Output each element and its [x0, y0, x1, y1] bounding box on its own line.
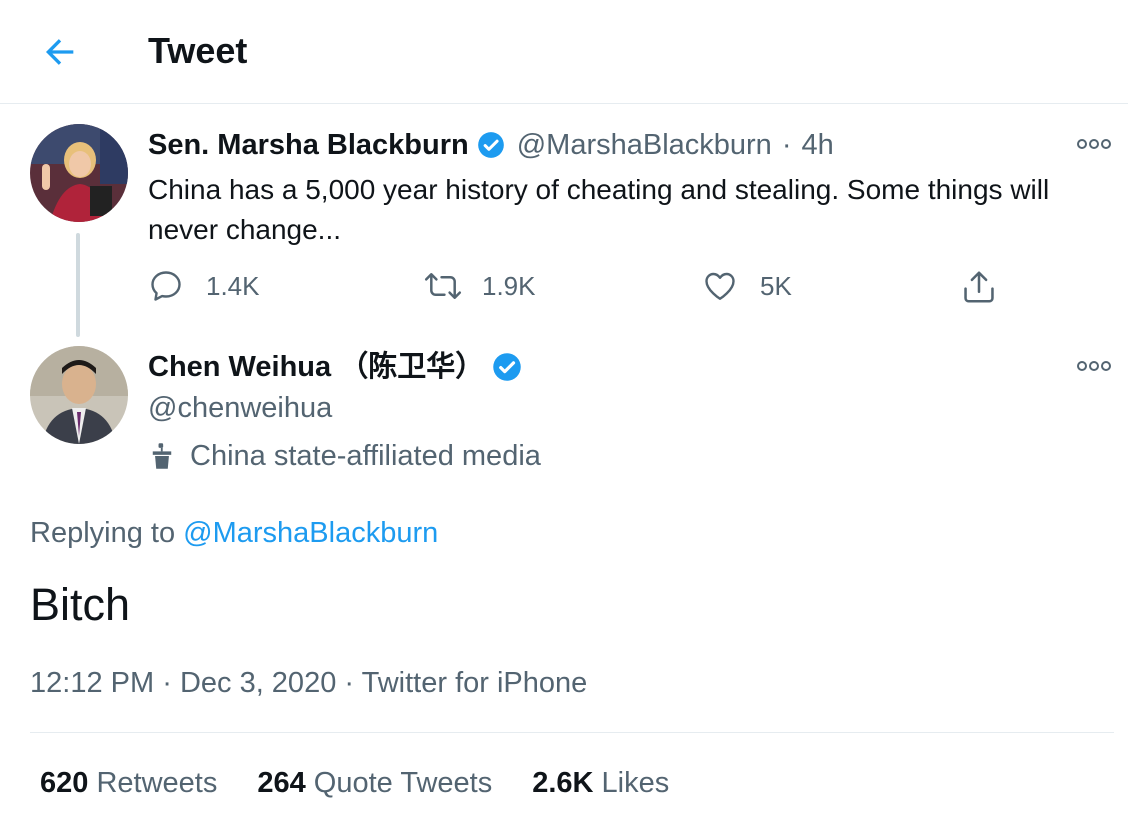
author-handle[interactable]: @chenweihua	[148, 390, 332, 426]
parent-tweet-header: Sen. Marsha Blackburn @MarshaBlackburn ·…	[148, 127, 834, 163]
avatar-marsha-blackburn[interactable]	[30, 124, 128, 222]
state-media-label[interactable]: China state-affiliated media	[148, 438, 541, 474]
tweet-time[interactable]: 4h	[802, 127, 834, 163]
retweets-count: 620	[40, 767, 89, 799]
share-button[interactable]	[960, 268, 998, 306]
reply-button[interactable]: 1.4K	[148, 268, 260, 304]
separator-dot: ·	[162, 667, 172, 699]
verified-badge-icon	[492, 352, 522, 382]
tweet-time[interactable]: 12:12 PM	[30, 667, 154, 699]
avatar-chen-weihua[interactable]	[30, 346, 128, 444]
retweet-button[interactable]: 1.9K	[424, 268, 536, 304]
more-options-button[interactable]	[1074, 354, 1114, 378]
tweet-source[interactable]: Twitter for iPhone	[362, 667, 588, 699]
more-icon	[1077, 139, 1111, 149]
podium-icon	[148, 441, 176, 471]
replying-to-mention[interactable]: @MarshaBlackburn	[183, 517, 438, 549]
retweets-label: Retweets	[96, 767, 218, 799]
quote-tweets-stat[interactable]: 264 Quote Tweets	[257, 764, 492, 802]
author-name[interactable]: Chen Weihua （陈卫华）	[148, 349, 484, 385]
quote-tweets-count: 264	[257, 767, 306, 799]
author-handle[interactable]: @MarshaBlackburn	[517, 127, 772, 163]
divider	[30, 732, 1114, 733]
more-icon	[1077, 361, 1111, 371]
like-count: 5K	[760, 270, 792, 301]
replying-to: Replying to @MarshaBlackburn	[30, 514, 438, 552]
tweet-date[interactable]: Dec 3, 2020	[180, 667, 336, 699]
reply-icon	[151, 271, 181, 301]
back-button[interactable]	[38, 30, 82, 74]
retweet-icon	[424, 273, 462, 299]
more-options-button[interactable]	[1074, 132, 1114, 156]
author-name[interactable]: Sen. Marsha Blackburn	[148, 127, 469, 163]
arrow-left-icon	[46, 39, 74, 65]
tweet-metadata: 12:12 PM · Dec 3, 2020 · Twitter for iPh…	[30, 664, 587, 702]
engagement-stats: 620 Retweets 264 Quote Tweets 2.6K Likes	[40, 764, 709, 802]
header-bar: Tweet	[0, 0, 1128, 104]
likes-stat[interactable]: 2.6K Likes	[532, 764, 669, 802]
retweets-stat[interactable]: 620 Retweets	[40, 764, 217, 802]
share-icon	[964, 271, 994, 303]
replying-prefix: Replying to	[30, 517, 176, 549]
likes-label: Likes	[601, 767, 670, 799]
heart-icon	[705, 272, 735, 300]
verified-badge-icon	[477, 131, 505, 159]
likes-count: 2.6K	[532, 767, 594, 799]
thread-line	[76, 233, 80, 337]
parent-tweet-text: China has a 5,000 year history of cheati…	[148, 174, 1050, 245]
separator-dot: ·	[781, 129, 792, 161]
reply-count: 1.4K	[206, 270, 260, 301]
state-media-label-text: China state-affiliated media	[190, 440, 541, 472]
main-tweet-header: Chen Weihua （陈卫华）	[148, 349, 522, 385]
like-button[interactable]: 5K	[702, 268, 792, 304]
quote-tweets-label: Quote Tweets	[313, 767, 493, 799]
page-title: Tweet	[148, 30, 248, 71]
retweet-count: 1.9K	[482, 270, 536, 301]
separator-dot: ·	[344, 667, 355, 699]
main-tweet-text: Bitch	[30, 579, 131, 630]
